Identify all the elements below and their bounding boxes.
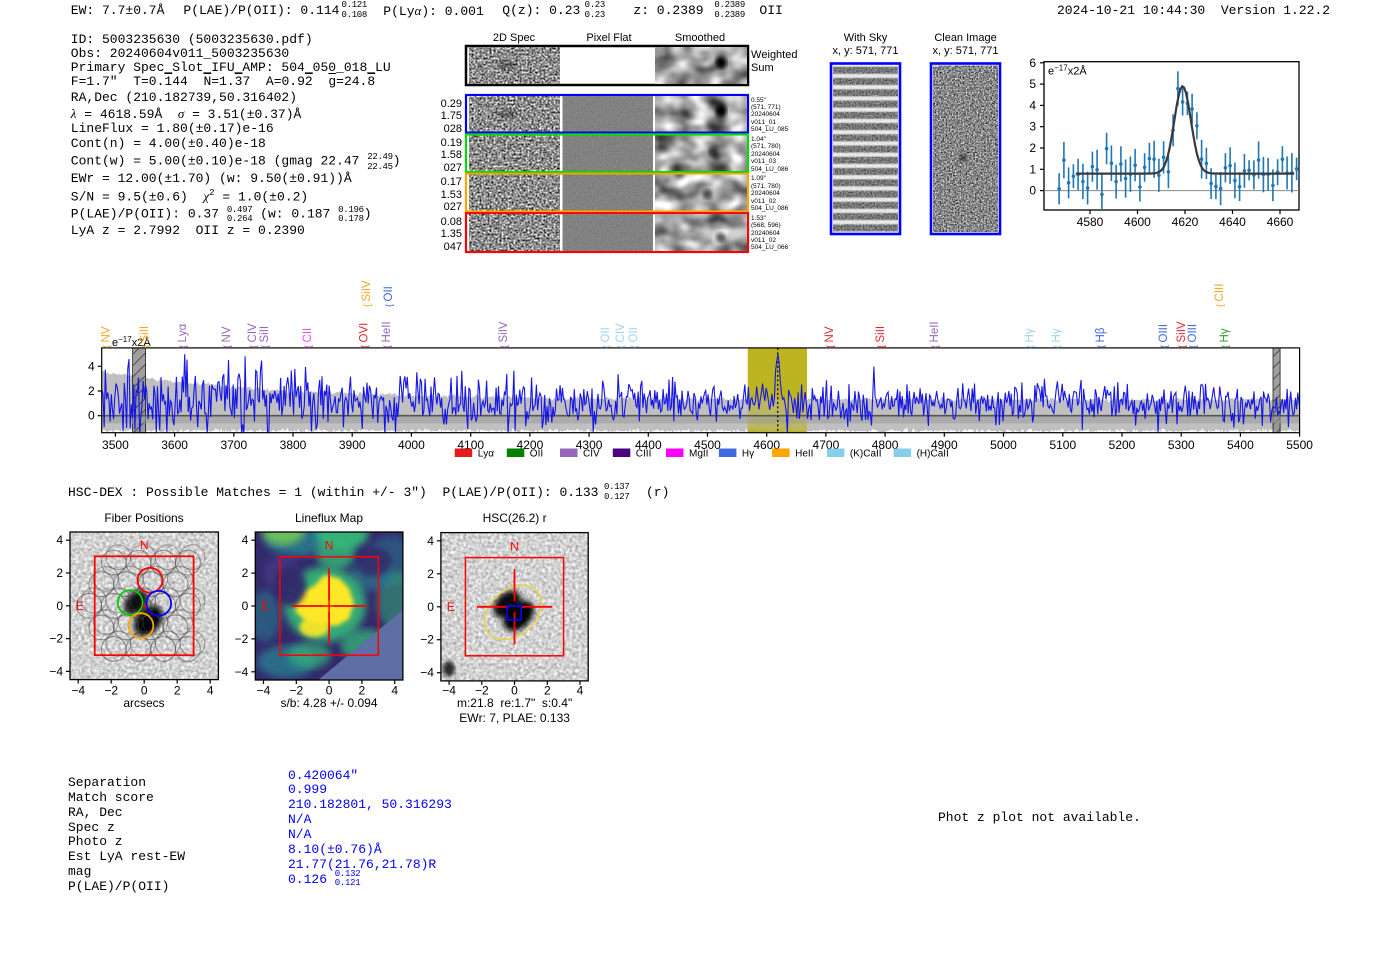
svg-text:3600: 3600 xyxy=(161,438,188,452)
svg-text:2: 2 xyxy=(427,567,434,581)
svg-text:2: 2 xyxy=(88,384,95,398)
svg-text:4: 4 xyxy=(242,533,249,547)
svg-text:1: 1 xyxy=(1029,162,1036,176)
svg-text:4660: 4660 xyxy=(1267,215,1294,229)
svg-text:0: 0 xyxy=(1029,184,1036,198)
svg-text:5100: 5100 xyxy=(1049,438,1076,452)
svg-text:2: 2 xyxy=(242,566,249,580)
svg-text:N: N xyxy=(510,539,519,553)
svg-text:4620: 4620 xyxy=(1172,215,1199,229)
svg-text:4: 4 xyxy=(56,533,63,547)
svg-text:CIII: CIII xyxy=(636,449,652,460)
svg-text:{CII: {CII xyxy=(302,328,314,348)
svg-text:4: 4 xyxy=(391,684,398,698)
svg-text:{Hβ: {Hβ xyxy=(1095,327,1107,348)
svg-text:5300: 5300 xyxy=(1168,438,1195,452)
svg-text:{Hγ: {Hγ xyxy=(1219,328,1231,348)
svg-text:0: 0 xyxy=(88,409,95,423)
svg-text:N: N xyxy=(325,538,334,552)
svg-text:5200: 5200 xyxy=(1109,438,1136,452)
svg-text:4000: 4000 xyxy=(398,438,425,452)
svg-text:{OIII: {OIII xyxy=(1187,324,1199,348)
svg-text:Hγ: Hγ xyxy=(742,449,754,460)
svg-text:−4: −4 xyxy=(257,684,271,698)
svg-text:(K)CaII: (K)CaII xyxy=(850,449,882,460)
svg-text:E: E xyxy=(447,600,455,614)
svg-text:5400: 5400 xyxy=(1227,438,1254,452)
svg-text:Lyα: Lyα xyxy=(478,449,495,460)
svg-text:−4: −4 xyxy=(49,664,63,678)
svg-text:{OII: {OII xyxy=(383,286,395,307)
svg-text:{CIV: {CIV xyxy=(615,323,627,348)
svg-text:4580: 4580 xyxy=(1077,215,1104,229)
svg-text:2: 2 xyxy=(56,566,63,580)
svg-text:2: 2 xyxy=(174,684,181,698)
svg-text:{SiII: {SiII xyxy=(259,326,271,348)
svg-text:3900: 3900 xyxy=(339,438,366,452)
svg-text:E: E xyxy=(261,599,269,613)
svg-text:{SiII: {SiII xyxy=(875,326,887,348)
svg-text:4: 4 xyxy=(88,359,95,373)
svg-text:2: 2 xyxy=(1029,141,1036,155)
svg-text:{CIII: {CIII xyxy=(1214,284,1226,307)
svg-text:+: + xyxy=(141,601,147,613)
svg-text:5: 5 xyxy=(1029,77,1036,91)
svg-text:3700: 3700 xyxy=(220,438,247,452)
svg-text:4: 4 xyxy=(207,684,214,698)
svg-text:4: 4 xyxy=(577,684,584,698)
svg-text:{Hγ: {Hγ xyxy=(1024,328,1036,348)
svg-text:4640: 4640 xyxy=(1219,215,1246,229)
svg-text:{OII: {OII xyxy=(600,327,612,348)
svg-text:−2: −2 xyxy=(104,684,118,698)
svg-text:{NV: {NV xyxy=(101,326,113,348)
svg-text:3800: 3800 xyxy=(280,438,307,452)
svg-text:{Hγ: {Hγ xyxy=(1051,328,1063,348)
svg-text:HeII: HeII xyxy=(795,449,813,460)
svg-text:3500: 3500 xyxy=(102,438,129,452)
svg-text:4: 4 xyxy=(1029,98,1036,112)
svg-text:{SiIV: {SiIV xyxy=(361,280,373,307)
svg-text:{OVI: {OVI xyxy=(359,323,371,348)
svg-text:{Lyα: {Lyα xyxy=(177,323,189,348)
svg-text:N: N xyxy=(140,538,149,552)
svg-text:0: 0 xyxy=(242,599,249,613)
svg-text:(H)CaII: (H)CaII xyxy=(917,449,949,460)
svg-text:E: E xyxy=(76,599,84,613)
svg-text:OII: OII xyxy=(530,449,543,460)
svg-text:CIV: CIV xyxy=(583,449,600,460)
svg-text:5500: 5500 xyxy=(1286,438,1313,452)
svg-text:−4: −4 xyxy=(442,684,456,698)
svg-text:0: 0 xyxy=(427,600,434,614)
svg-text:−4: −4 xyxy=(235,665,249,679)
svg-text:{SiIV: {SiIV xyxy=(498,321,510,348)
svg-text:{NV: {NV xyxy=(824,326,836,348)
svg-text:{OIII: {OIII xyxy=(1158,324,1170,348)
svg-text:MgII: MgII xyxy=(689,449,708,460)
svg-text:{HeII: {HeII xyxy=(929,321,941,348)
svg-text:0: 0 xyxy=(56,599,63,613)
svg-text:{HeII: {HeII xyxy=(381,321,393,348)
svg-text:{OII: {OII xyxy=(628,327,640,348)
svg-text:−2: −2 xyxy=(420,633,434,647)
svg-text:4: 4 xyxy=(427,534,434,548)
svg-text:5000: 5000 xyxy=(990,438,1017,452)
svg-text:e−17x2Å: e−17x2Å xyxy=(1048,63,1087,78)
svg-text:−4: −4 xyxy=(420,666,434,680)
svg-text:{NV: {NV xyxy=(221,326,233,348)
svg-text:−2: −2 xyxy=(235,632,249,646)
svg-text:{CIV: {CIV xyxy=(247,323,259,348)
svg-text:3: 3 xyxy=(1029,120,1036,134)
svg-text:−4: −4 xyxy=(71,684,85,698)
svg-text:6: 6 xyxy=(1029,56,1036,70)
svg-text:−2: −2 xyxy=(49,632,63,646)
svg-text:4600: 4600 xyxy=(1124,215,1151,229)
